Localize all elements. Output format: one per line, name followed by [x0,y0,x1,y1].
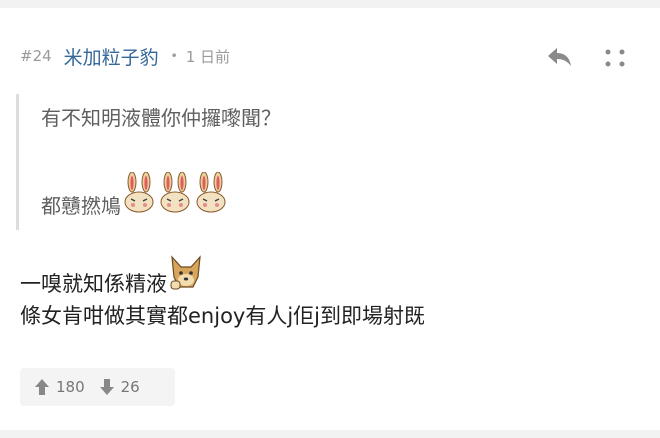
reply-button[interactable] [546,45,574,69]
rabbit-emoji-icon [193,171,229,219]
rabbit-emoji-icon [157,171,193,219]
rabbit-emoji-icon [121,171,157,219]
post-card: #24 米加粒子豹 • 1 日前 有不知明液體你仲攞嚟聞？ 都戇撚鳩 一嗅就知係… [0,8,660,430]
body-line-2: 條女肯咁做其實都enjoy有人j佢j到即場射既 [20,304,426,328]
post-number: #24 [20,47,52,65]
quote-line-2-container: 都戇撚鳩 [41,171,229,219]
quote-line-1: 有不知明液體你仲攞嚟聞？ [41,106,281,130]
upvote-button[interactable]: 180 [34,378,85,396]
more-icon [605,49,625,67]
arrow-up-icon [35,379,49,395]
downvote-count: 26 [120,378,140,396]
separator-dot: • [170,49,178,63]
quote-line-2: 都戇撚鳩 [41,194,121,218]
vote-box: 180 26 [20,368,175,406]
username-link[interactable]: 米加粒子豹 [64,43,159,70]
dog-emoji-icon [167,253,205,298]
reply-icon [548,48,571,66]
quote-block: 有不知明液體你仲攞嚟聞？ 都戇撚鳩 [16,94,519,230]
post-header: #24 米加粒子豹 • 1 日前 [20,38,230,74]
body-line-1: 一嗅就知係精液 [20,272,167,296]
arrow-down-icon [99,379,114,395]
post-time: 1 日前 [185,47,231,66]
downvote-button[interactable]: 26 [99,378,140,396]
more-button[interactable] [604,48,626,68]
body-line-1-container: 一嗅就知係精液 [20,253,205,298]
upvote-count: 180 [56,378,85,396]
